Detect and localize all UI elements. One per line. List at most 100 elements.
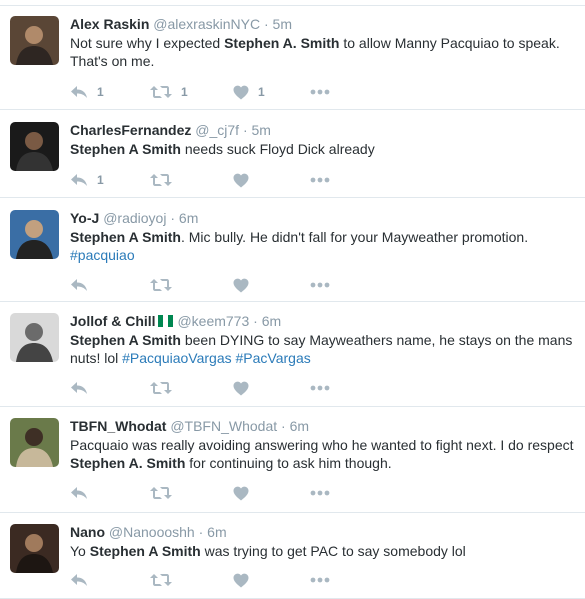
reply-button[interactable] <box>70 571 88 589</box>
like-count: 1 <box>258 85 265 99</box>
separator-dot: · <box>198 524 204 540</box>
avatar[interactable] <box>10 122 59 171</box>
like-icon <box>233 573 249 588</box>
user-name[interactable]: TBFN_Whodat <box>70 418 166 434</box>
like-icon <box>233 278 249 293</box>
retweet-button[interactable] <box>150 571 172 589</box>
more-button[interactable] <box>310 171 330 189</box>
reply-icon <box>70 85 88 99</box>
user-name[interactable]: Alex Raskin <box>70 16 149 32</box>
tweet-actions <box>70 379 370 399</box>
avatar[interactable] <box>10 210 59 259</box>
retweet-count: 1 <box>181 85 188 99</box>
like-button[interactable] <box>233 571 249 589</box>
separator-dot: · <box>253 313 258 329</box>
user-name[interactable]: Jollof & Chill <box>70 313 156 329</box>
reply-button[interactable]: 1 <box>70 171 104 189</box>
tweet-header: Nano @Nanoooshh · 6m <box>70 523 577 541</box>
tweet-text: Stephen A Smith needs suck Floyd Dick al… <box>70 140 577 158</box>
like-icon <box>233 173 249 188</box>
timestamp[interactable]: 6m <box>179 210 198 226</box>
tweet-actions <box>70 276 370 296</box>
tweet-actions <box>70 484 370 504</box>
reply-button[interactable] <box>70 484 88 502</box>
tweet-text: Not sure why I expected Stephen A. Smith… <box>70 34 577 70</box>
text-segment: Not sure why I expected <box>70 35 225 51</box>
reply-icon <box>70 573 88 587</box>
text-segment: for continuing to ask him though. <box>185 455 392 471</box>
text-segment: needs suck Floyd Dick already <box>180 141 375 157</box>
reply-icon <box>70 486 88 500</box>
tweet-header: TBFN_Whodat @TBFN_Whodat · 6m <box>70 417 577 435</box>
like-icon <box>233 381 249 396</box>
timestamp[interactable]: 5m <box>273 16 292 32</box>
retweet-icon <box>150 173 172 187</box>
user-handle[interactable]: @alexraskinNYC <box>153 16 260 32</box>
nigeria-flag-icon <box>157 315 173 327</box>
separator-dot: · <box>170 210 176 226</box>
like-button[interactable] <box>233 484 249 502</box>
more-icon <box>310 177 330 183</box>
tweet-text: Pacquaio was really avoiding answering w… <box>70 436 577 472</box>
hashtag-link[interactable]: #PacquiaoVargas <box>122 350 231 366</box>
retweet-icon <box>150 381 172 395</box>
like-button[interactable] <box>233 276 249 294</box>
retweet-button[interactable] <box>150 379 172 397</box>
timestamp[interactable]: 6m <box>290 418 309 434</box>
tweet[interactable]: Nano @Nanoooshh · 6m Yo Stephen A Smith … <box>0 513 585 599</box>
more-button[interactable] <box>310 571 330 589</box>
user-handle[interactable]: @radioyoj <box>103 210 166 226</box>
more-icon <box>310 385 330 391</box>
tweet[interactable]: Yo-J @radioyoj · 6m Stephen A Smith. Mic… <box>0 198 585 302</box>
reply-icon <box>70 381 88 395</box>
tweet[interactable]: TBFN_Whodat @TBFN_Whodat · 6m Pacquaio w… <box>0 407 585 513</box>
text-segment: Yo <box>70 543 90 559</box>
more-icon <box>310 490 330 496</box>
tweet-text: Stephen A Smith. Mic bully. He didn't fa… <box>70 228 577 264</box>
text-segment: Pacquaio was really avoiding answering w… <box>70 437 574 453</box>
avatar[interactable] <box>10 418 59 467</box>
user-name[interactable]: CharlesFernandez <box>70 122 191 138</box>
timestamp[interactable]: 5m <box>252 122 271 138</box>
retweet-button[interactable]: 1 <box>150 83 188 101</box>
more-button[interactable] <box>310 276 330 294</box>
reply-icon <box>70 278 88 292</box>
more-icon <box>310 577 330 583</box>
more-button[interactable] <box>310 83 330 101</box>
like-icon <box>233 486 249 501</box>
more-button[interactable] <box>310 379 330 397</box>
reply-button[interactable]: 1 <box>70 83 104 101</box>
reply-button[interactable] <box>70 379 88 397</box>
user-handle[interactable]: @TBFN_Whodat <box>170 418 277 434</box>
hashtag-link[interactable]: #PacVargas <box>236 350 311 366</box>
retweet-button[interactable] <box>150 276 172 294</box>
tweet-actions <box>70 571 370 591</box>
timestamp[interactable]: 6m <box>207 524 226 540</box>
user-handle[interactable]: @_cj7f <box>195 122 239 138</box>
more-icon <box>310 89 330 95</box>
tweet-actions: 1 <box>70 171 370 191</box>
separator-dot: · <box>281 418 286 434</box>
avatar[interactable] <box>10 313 59 362</box>
more-button[interactable] <box>310 484 330 502</box>
retweet-icon <box>150 278 172 292</box>
tweet[interactable]: Alex Raskin @alexraskinNYC · 5m Not sure… <box>0 6 585 110</box>
user-name[interactable]: Yo-J <box>70 210 99 226</box>
user-handle[interactable]: @keem773 <box>177 313 249 329</box>
like-button[interactable] <box>233 171 249 189</box>
user-handle[interactable]: @Nanoooshh <box>109 524 195 540</box>
text-segment: was trying to get PAC to say somebody lo… <box>200 543 466 559</box>
tweet[interactable]: Jollof & Chill @keem773 · 6m Stephen A S… <box>0 302 585 407</box>
retweet-button[interactable] <box>150 484 172 502</box>
avatar[interactable] <box>10 16 59 65</box>
like-button[interactable] <box>233 379 249 397</box>
tweet-text: Yo Stephen A Smith was trying to get PAC… <box>70 542 577 560</box>
reply-button[interactable] <box>70 276 88 294</box>
timestamp[interactable]: 6m <box>262 313 281 329</box>
hashtag-link[interactable]: #pacquiao <box>70 247 135 263</box>
user-name[interactable]: Nano <box>70 524 105 540</box>
tweet[interactable]: CharlesFernandez @_cj7f · 5m Stephen A S… <box>0 110 585 198</box>
like-button[interactable]: 1 <box>233 83 265 101</box>
retweet-button[interactable] <box>150 171 172 189</box>
avatar[interactable] <box>10 524 59 573</box>
